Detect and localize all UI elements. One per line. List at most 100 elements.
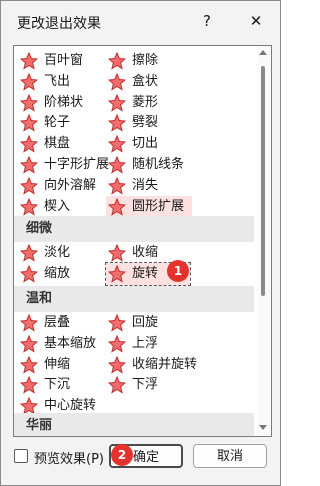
exit-effect-star-icon [107, 264, 127, 283]
effect-item-label: 层叠 [44, 315, 71, 330]
exit-effect-star-icon [19, 264, 39, 283]
effect-item-label: 伸缩 [44, 356, 71, 372]
exit-effect-star-icon [19, 313, 39, 332]
effect-item-label: 阶梯状 [44, 94, 84, 110]
scroll-up-arrow-icon[interactable] [259, 50, 267, 55]
effect-item-label: 劈裂 [132, 115, 159, 131]
exit-effect-star-icon [19, 72, 39, 91]
ok-step-badge: 2 [111, 444, 133, 466]
effect-item-label: 圆形扩展 [132, 198, 185, 214]
exit-effect-star-icon [107, 114, 127, 133]
exit-effect-star-icon [19, 355, 39, 374]
exit-effect-star-icon [107, 93, 127, 112]
effect-item[interactable]: 缩放 [18, 263, 104, 285]
effect-item-label: 旋转 [132, 266, 159, 281]
effect-item[interactable]: 伸缩 [18, 354, 104, 376]
effect-item-label: 菱形 [132, 94, 159, 110]
effect-item-label: 擦除 [132, 53, 159, 68]
effect-item-label: 十字形扩展 [44, 157, 110, 172]
effect-item[interactable]: 回旋 [106, 312, 192, 334]
exit-effect-star-icon [107, 176, 127, 195]
effect-item[interactable]: 楔入 [18, 196, 104, 218]
effect-item-label: 下沉 [44, 377, 71, 393]
effect-item[interactable]: 切出 [106, 133, 192, 155]
effect-item-label: 棋盘 [44, 136, 71, 152]
vertical-scrollbar[interactable] [257, 46, 270, 436]
preview-effect-label: 预览效果(P) [34, 452, 104, 467]
preview-checkbox-box[interactable] [14, 449, 28, 463]
effect-item[interactable]: 随机线条 [106, 154, 192, 176]
effect-item-label: 百叶窗 [44, 53, 84, 68]
exit-effect-star-icon [19, 176, 39, 195]
cancel-button-label: 取消 [216, 449, 243, 464]
effect-item-label: 向外溶解 [44, 177, 97, 193]
effect-item[interactable]: 盒状 [106, 71, 192, 93]
exit-effect-star-icon [19, 376, 39, 395]
scroll-down-arrow-icon[interactable] [259, 425, 267, 430]
effect-item-label: 楔入 [44, 198, 71, 214]
effect-item-label: 淡化 [44, 245, 71, 260]
help-button[interactable]: ? [197, 9, 217, 33]
effect-item-label: 随机线条 [132, 157, 185, 172]
effect-item[interactable]: 收缩并旋转 [106, 354, 197, 376]
effect-item[interactable]: 下浮 [106, 374, 192, 396]
effect-item[interactable]: 擦除 [106, 50, 192, 72]
effect-item[interactable]: 菱形 [106, 92, 192, 114]
exit-effect-star-icon [107, 243, 127, 262]
exit-effect-star-icon [107, 72, 127, 91]
scrollbar-thumb[interactable] [261, 66, 265, 296]
effect-item[interactable]: 下沉 [18, 374, 104, 396]
effect-item[interactable]: 圆形扩展 [106, 195, 192, 218]
change-exit-effect-dialog: 更改退出效果 ? ✕ 百叶窗 擦除飞出 盒状阶梯状 菱形轮子 劈裂棋盘 切出十字形扩展 随机… [0, 0, 281, 486]
effect-item[interactable]: 棋盘 [18, 133, 104, 155]
exit-effect-star-icon [19, 114, 39, 133]
effect-item[interactable]: 消失 [106, 175, 192, 197]
selection-step-badge: 1 [167, 260, 189, 282]
close-button[interactable]: ✕ [245, 9, 267, 33]
exit-effect-star-icon [107, 313, 127, 332]
exit-effect-star-icon [107, 51, 127, 70]
effect-item-label: 轮子 [44, 115, 71, 131]
exit-effect-star-icon [107, 376, 127, 395]
exit-effect-star-icon [107, 355, 127, 374]
effect-item[interactable]: 向外溶解 [18, 175, 104, 197]
effect-item-label: 收缩并旋转 [132, 356, 198, 372]
effect-item[interactable]: 十字形扩展 [18, 154, 109, 176]
effect-item[interactable]: 劈裂 [106, 112, 192, 134]
effect-item-label: 收缩 [132, 245, 159, 260]
effect-item[interactable]: 淡化 [18, 242, 104, 264]
exit-effect-star-icon [107, 134, 127, 153]
effects-list: 百叶窗 擦除飞出 盒状阶梯状 菱形轮子 劈裂棋盘 切出十字形扩展 随机线条向外溶解 消失楔入 圆… [13, 45, 272, 437]
effect-item-label: 切出 [132, 136, 159, 152]
effect-item[interactable]: 飞出 [18, 71, 104, 93]
exit-effect-star-icon [19, 155, 39, 174]
effect-item-label: 消失 [132, 177, 159, 193]
exit-effect-star-icon [19, 334, 39, 353]
exit-effect-star-icon [19, 134, 39, 153]
exit-effect-star-icon [19, 197, 39, 216]
effect-item-label: 回旋 [132, 315, 159, 330]
effect-item-label: 基本缩放 [44, 335, 97, 351]
dialog-title: 更改退出效果 [17, 16, 101, 32]
exit-effect-star-icon [107, 155, 127, 174]
category-moderate: 温和 [14, 286, 254, 312]
exit-effect-star-icon [19, 93, 39, 112]
ok-button-label: 确定 [132, 450, 159, 465]
effect-item-label: 下浮 [132, 377, 159, 393]
exit-effect-star-icon [107, 197, 127, 216]
category-exciting: 华丽 [14, 413, 254, 436]
exit-effect-star-icon [19, 51, 39, 70]
category-subtle: 细微 [14, 216, 254, 242]
effect-item[interactable]: 基本缩放 [18, 333, 104, 355]
effect-item[interactable]: 百叶窗 [18, 50, 104, 72]
effect-item[interactable]: 层叠 [18, 312, 104, 334]
effect-item-label: 缩放 [44, 266, 71, 281]
effect-item-label: 飞出 [44, 73, 71, 89]
exit-effect-star-icon [19, 243, 39, 262]
title-bar: 更改退出效果 ? ✕ [1, 1, 280, 41]
effect-item[interactable]: 轮子 [18, 112, 104, 134]
exit-effect-star-icon [107, 334, 127, 353]
effect-item[interactable]: 阶梯状 [18, 92, 104, 114]
effect-item[interactable]: 上浮 [106, 333, 192, 355]
cancel-button[interactable]: 取消 [193, 444, 267, 468]
